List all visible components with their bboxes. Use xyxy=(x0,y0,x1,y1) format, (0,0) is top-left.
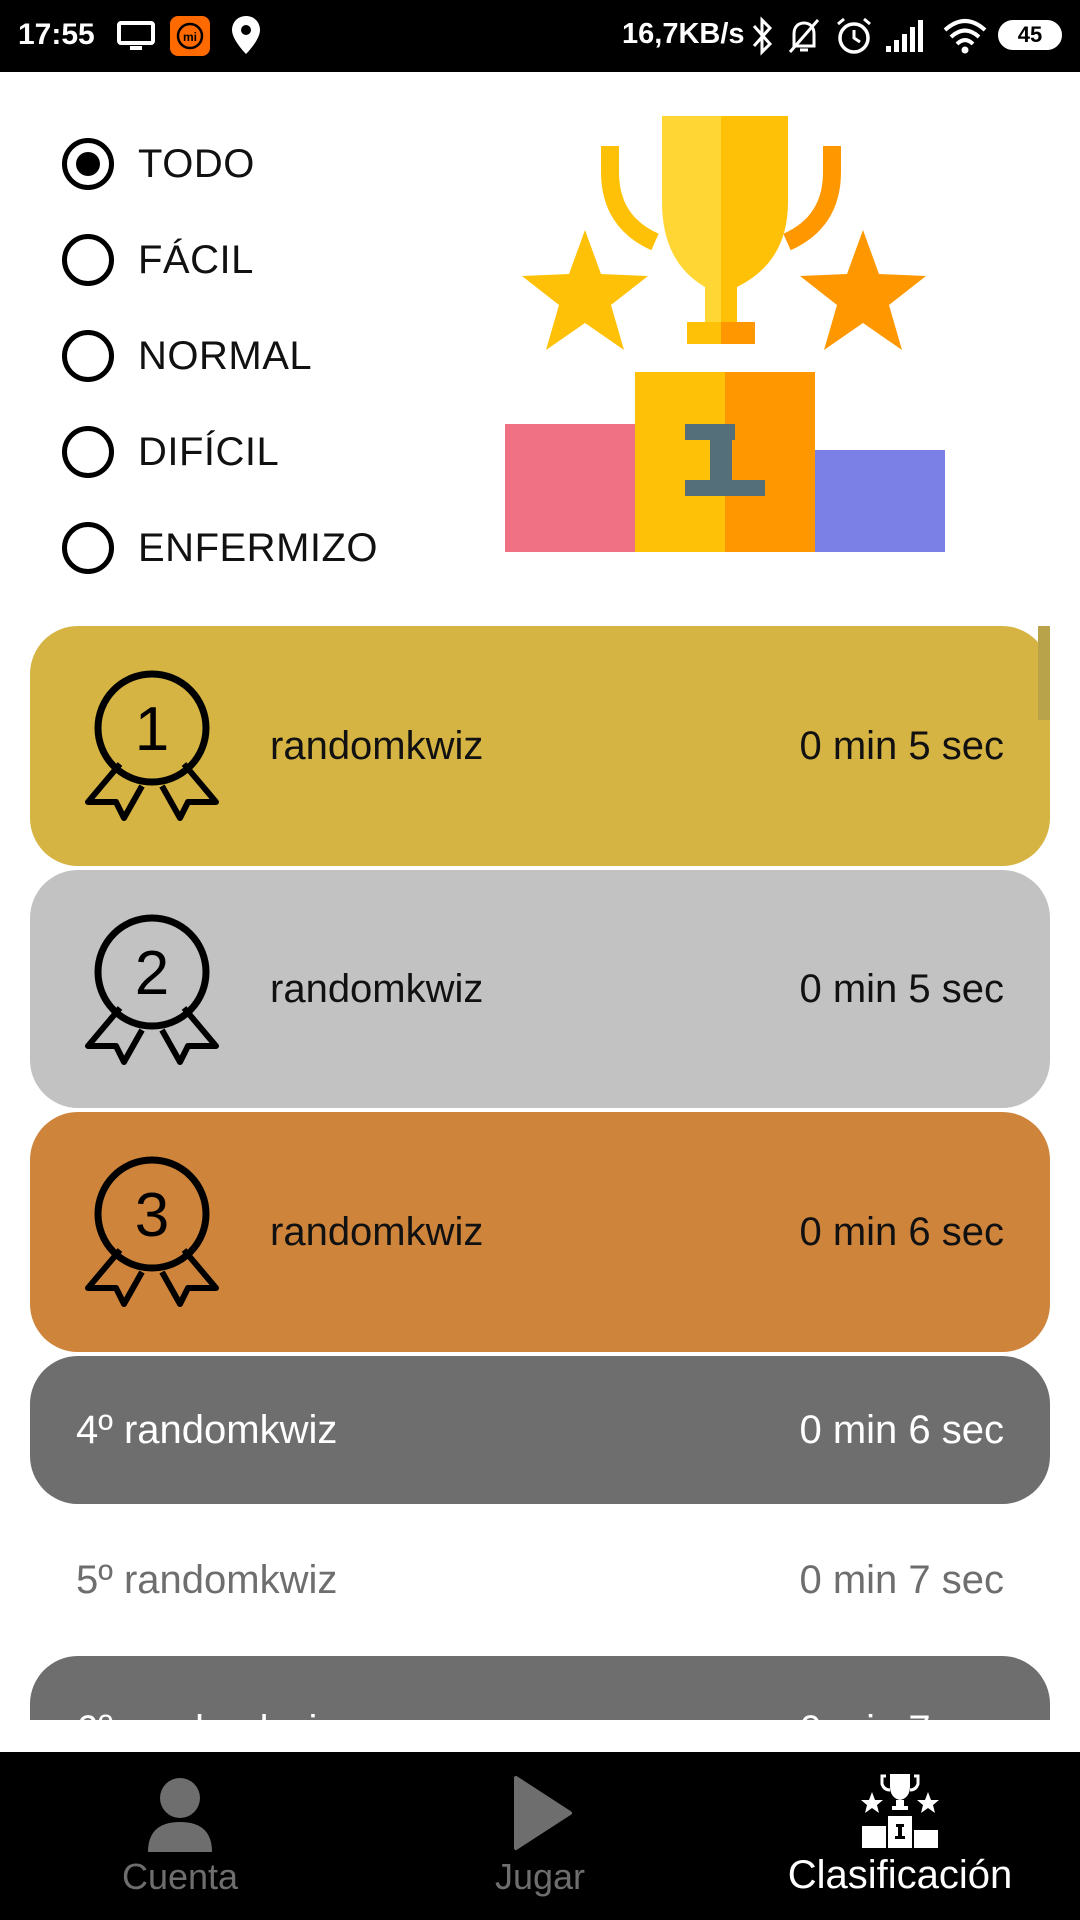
alarm-icon xyxy=(837,17,871,54)
radio-button[interactable] xyxy=(62,138,114,190)
player-time: 0 min 7 sec xyxy=(799,1557,1004,1602)
radio-todo[interactable]: TODO xyxy=(62,138,255,190)
play-icon xyxy=(514,1776,572,1850)
radio-dificil[interactable]: DIFÍCIL xyxy=(62,426,279,478)
leaderboard-row-3[interactable]: 3 randomkwiz 0 min 6 sec xyxy=(30,1112,1050,1352)
bluetooth-icon xyxy=(752,16,773,56)
player-name: randomkwiz xyxy=(270,723,484,768)
nav-label: Jugar xyxy=(494,1856,586,1897)
player-time: 0 min 6 sec xyxy=(799,1407,1004,1452)
star-right-icon xyxy=(800,230,926,350)
radio-button[interactable] xyxy=(62,522,114,574)
star-left-icon xyxy=(522,230,648,350)
leaderboard-list[interactable]: 1 randomkwiz 0 min 5 sec 2 randomkwiz 0 … xyxy=(0,626,1080,1720)
leaderboard-row-2[interactable]: 2 randomkwiz 0 min 5 sec xyxy=(30,870,1050,1108)
nav-clasificacion[interactable]: Clasificación xyxy=(720,1752,1080,1920)
status-time: 17:55 xyxy=(18,18,95,51)
player-time: 0 min 5 sec xyxy=(799,723,1004,768)
radio-label: FÁCIL xyxy=(138,237,254,282)
screen-cast-icon xyxy=(117,21,155,50)
person-icon xyxy=(148,1778,212,1852)
svg-text:2: 2 xyxy=(135,939,169,1008)
player-time: 0 min 6 sec xyxy=(799,1209,1004,1254)
medal-third-icon: 3 xyxy=(85,1156,219,1307)
player-name: 6º randomkwiz xyxy=(76,1708,337,1721)
medal-first-icon: 1 xyxy=(85,670,219,821)
bell-muted-icon xyxy=(788,19,820,53)
medal-second-icon: 2 xyxy=(85,914,219,1065)
radio-label: NORMAL xyxy=(138,333,313,378)
radio-facil[interactable]: FÁCIL xyxy=(62,234,254,286)
signal-icon xyxy=(886,20,923,52)
wifi-icon xyxy=(943,19,987,54)
bottom-navigation: Cuenta Jugar Clasificación xyxy=(0,1752,1080,1920)
leaderboard-row-4[interactable]: 4º randomkwiz 0 min 6 sec xyxy=(30,1356,1050,1504)
radio-enfermizo[interactable]: ENFERMIZO xyxy=(62,522,378,574)
nav-label: Cuenta xyxy=(121,1856,239,1897)
radio-button[interactable] xyxy=(62,426,114,478)
nav-cuenta[interactable]: Cuenta xyxy=(0,1752,360,1920)
network-speed: 16,7KB/s xyxy=(622,18,745,50)
radio-label: ENFERMIZO xyxy=(138,525,379,570)
player-name: 4º randomkwiz xyxy=(76,1407,338,1452)
radio-label: DIFÍCIL xyxy=(138,429,280,474)
status-bar: 17:55 mi 16,7KB/s 45 xyxy=(0,0,1080,72)
leaderboard-row-6[interactable]: 6º randomkwiz 0 min 7 sec xyxy=(30,1656,1050,1720)
player-name: randomkwiz xyxy=(270,966,484,1011)
location-icon xyxy=(232,16,260,54)
nav-label: Clasificación xyxy=(787,1853,1013,1897)
radio-button[interactable] xyxy=(62,234,114,286)
podium-icon xyxy=(861,1774,939,1848)
battery-indicator: 45 xyxy=(998,20,1062,50)
player-name: randomkwiz xyxy=(270,1209,484,1254)
player-name: 5º randomkwiz xyxy=(76,1557,338,1602)
svg-text:1: 1 xyxy=(135,695,169,764)
player-time: 0 min 7 sec xyxy=(799,1708,1004,1721)
radio-button[interactable] xyxy=(62,330,114,382)
svg-text:mi: mi xyxy=(183,30,197,44)
radio-label: TODO xyxy=(138,141,255,186)
mi-app-icon: mi xyxy=(170,16,210,56)
list-scrollbar[interactable] xyxy=(1038,626,1050,720)
trophy-podium-illustration xyxy=(505,116,945,552)
leaderboard-row-5[interactable]: 5º randomkwiz 0 min 7 sec xyxy=(30,1506,1050,1654)
svg-text:3: 3 xyxy=(135,1181,169,1250)
leaderboard-row-1[interactable]: 1 randomkwiz 0 min 5 sec xyxy=(30,626,1050,866)
nav-jugar[interactable]: Jugar xyxy=(360,1752,720,1920)
radio-normal[interactable]: NORMAL xyxy=(62,330,312,382)
player-time: 0 min 5 sec xyxy=(799,966,1004,1011)
